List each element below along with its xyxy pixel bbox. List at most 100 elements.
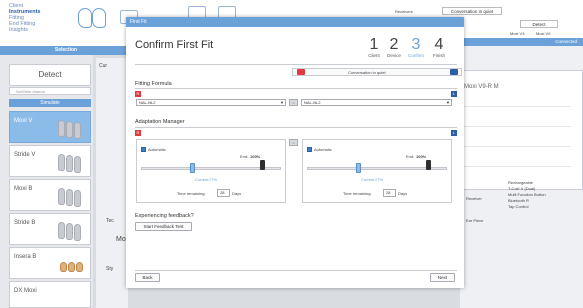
main-menu: Client Instruments Fitting End Fitting I… (0, 3, 70, 33)
start-feedback-test-button[interactable]: Start Feedback Test (135, 222, 192, 231)
formula-left-select[interactable]: NAL-NL2 ▼ (136, 99, 286, 106)
menu-item-insights[interactable]: Insights (9, 27, 70, 33)
program-select[interactable]: Conversation in quiet (442, 7, 502, 15)
current-right-handle (355, 163, 361, 173)
program-bar[interactable]: Conversation in quiet (292, 68, 462, 76)
mo-label: Mo (116, 236, 126, 243)
end-left-label: End: (240, 154, 249, 159)
tcoil-label: T-Coil/ X (Dual) (508, 186, 536, 191)
device-card-moxi-b[interactable]: Moxi B (9, 179, 91, 211)
detect-button-right[interactable]: Detect (520, 20, 558, 28)
dialog-titlebar: First Fit (126, 17, 464, 27)
current-left-label: Current: (195, 177, 210, 182)
simulate-bar: Simulate (9, 99, 91, 107)
device-card-insera-b[interactable]: Insera B (9, 247, 91, 279)
right-marker: L (451, 130, 457, 136)
connected-bar: Connected (460, 38, 583, 46)
link-icon[interactable]: ⇔ (289, 99, 298, 106)
chart-title: Moxi V9-R M (464, 84, 499, 90)
device-name: DX Moxi (14, 288, 37, 294)
receiver-label: Receiver (466, 196, 482, 201)
automatic-right-label: Automatic (314, 147, 332, 152)
automatic-right-checkbox[interactable] (307, 147, 312, 152)
current-left-value: 77% (209, 177, 218, 182)
device-name: Stride V (14, 152, 36, 158)
right-marker: L (451, 91, 457, 97)
end-right-handle[interactable] (425, 160, 431, 170)
device-name: Moxi V (14, 118, 33, 124)
days-left-label: Days (232, 191, 242, 196)
left-marker: R (135, 130, 141, 136)
bluetooth-label: Bluetooth R (508, 198, 529, 203)
detect-button[interactable]: Detect (9, 64, 91, 86)
current-right-label: Current: (361, 177, 376, 182)
first-fit-dialog: First Fit Confirm First Fit 1 Client 2 D… (126, 17, 464, 288)
automatic-left-checkbox[interactable] (141, 147, 146, 152)
time-left-label: Time remaining: (177, 191, 206, 196)
device-name: Insera B (14, 254, 37, 260)
ear-icon (78, 8, 92, 28)
automatic-left-label: Automatic (148, 147, 166, 152)
moxi-v3-label: Moxi V3 (510, 31, 525, 36)
divider (135, 270, 457, 271)
chevron-down-icon: ▼ (446, 100, 450, 105)
hearing-aid-icon (58, 188, 84, 207)
left-ear-icon (297, 69, 305, 75)
ear-icon (92, 8, 106, 28)
divider (135, 127, 457, 128)
chevron-down-icon: ▼ (280, 100, 284, 105)
days-right-label: Days (398, 191, 408, 196)
tec-label: Tec (106, 218, 114, 224)
device-card-moxi-v[interactable]: Moxi V (9, 111, 91, 143)
back-button[interactable]: Back (135, 273, 160, 282)
current-right-value: 77% (375, 177, 384, 182)
divider (135, 88, 457, 89)
rechargeable-label: Rechargeable (508, 180, 533, 185)
current-left-handle (189, 163, 195, 173)
time-right-spinner[interactable]: 28 (383, 189, 396, 197)
adaptation-manager-title: Adaptation Manager (135, 119, 185, 125)
sty-label: Sty (106, 266, 114, 272)
cur-label: Cur (99, 63, 108, 69)
device-name: Stride B (14, 220, 36, 226)
moxi-v9-label: Moxi V9 (536, 31, 551, 36)
button-label: Multi Function Button (508, 192, 546, 197)
left-marker: R (135, 91, 141, 97)
end-right-value: 100% (416, 154, 427, 159)
step-finish: 4 Finish (432, 36, 445, 58)
adaptation-left-panel: Automatic End: 100% Current: 77% Time re… (136, 139, 286, 203)
link-icon[interactable]: ⇔ (289, 139, 298, 146)
tap-label: Tap Control (508, 204, 529, 209)
middle-panel: Cur Tec Mo Sty (96, 58, 128, 308)
adaptation-right-panel: Automatic End: 100% Current: 77% Time re… (302, 139, 452, 203)
divider (135, 64, 457, 65)
step-device: 2 Device (387, 36, 401, 58)
device-name: Moxi B (14, 186, 33, 192)
hearing-aid-icon (58, 154, 84, 173)
dialog-heading: Confirm First Fit (135, 39, 214, 51)
end-right-label: End: (406, 154, 415, 159)
device-card-stride-v[interactable]: Stride V (9, 145, 91, 177)
receivers-label: Receivers (395, 9, 413, 14)
feedback-title: Experiencing feedback? (135, 213, 194, 219)
program-label: Conversation in quiet (348, 70, 386, 75)
earpiece-label: Ear Piece (466, 218, 484, 223)
nowhite-select[interactable]: NoWhite Alarma (9, 87, 91, 95)
right-ear-icon (450, 69, 458, 75)
device-card-stride-b[interactable]: Stride B (9, 213, 91, 245)
right-top-panel: Receivers Conversation in quiet Detect M… (395, 0, 583, 46)
hearing-aid-icon (58, 222, 84, 241)
end-left-value: 100% (250, 154, 261, 159)
step-confirm: 3 Confirm (408, 36, 424, 58)
device-card-dx-moxi[interactable]: DX Moxi (9, 281, 91, 308)
chart-card: Moxi V9-R M (460, 70, 583, 190)
next-button[interactable]: Next (430, 273, 455, 282)
hearing-aid-icon (58, 120, 84, 139)
end-left-handle[interactable] (259, 160, 265, 170)
fitting-formula-title: Fitting Formula (135, 81, 172, 87)
time-left-spinner[interactable]: 28 (217, 189, 230, 197)
hearing-aid-icon (58, 256, 84, 274)
time-right-label: Time remaining: (343, 191, 372, 196)
selection-bar: Selection (0, 46, 132, 55)
formula-right-select[interactable]: NAL-NL2 ▼ (301, 99, 452, 106)
